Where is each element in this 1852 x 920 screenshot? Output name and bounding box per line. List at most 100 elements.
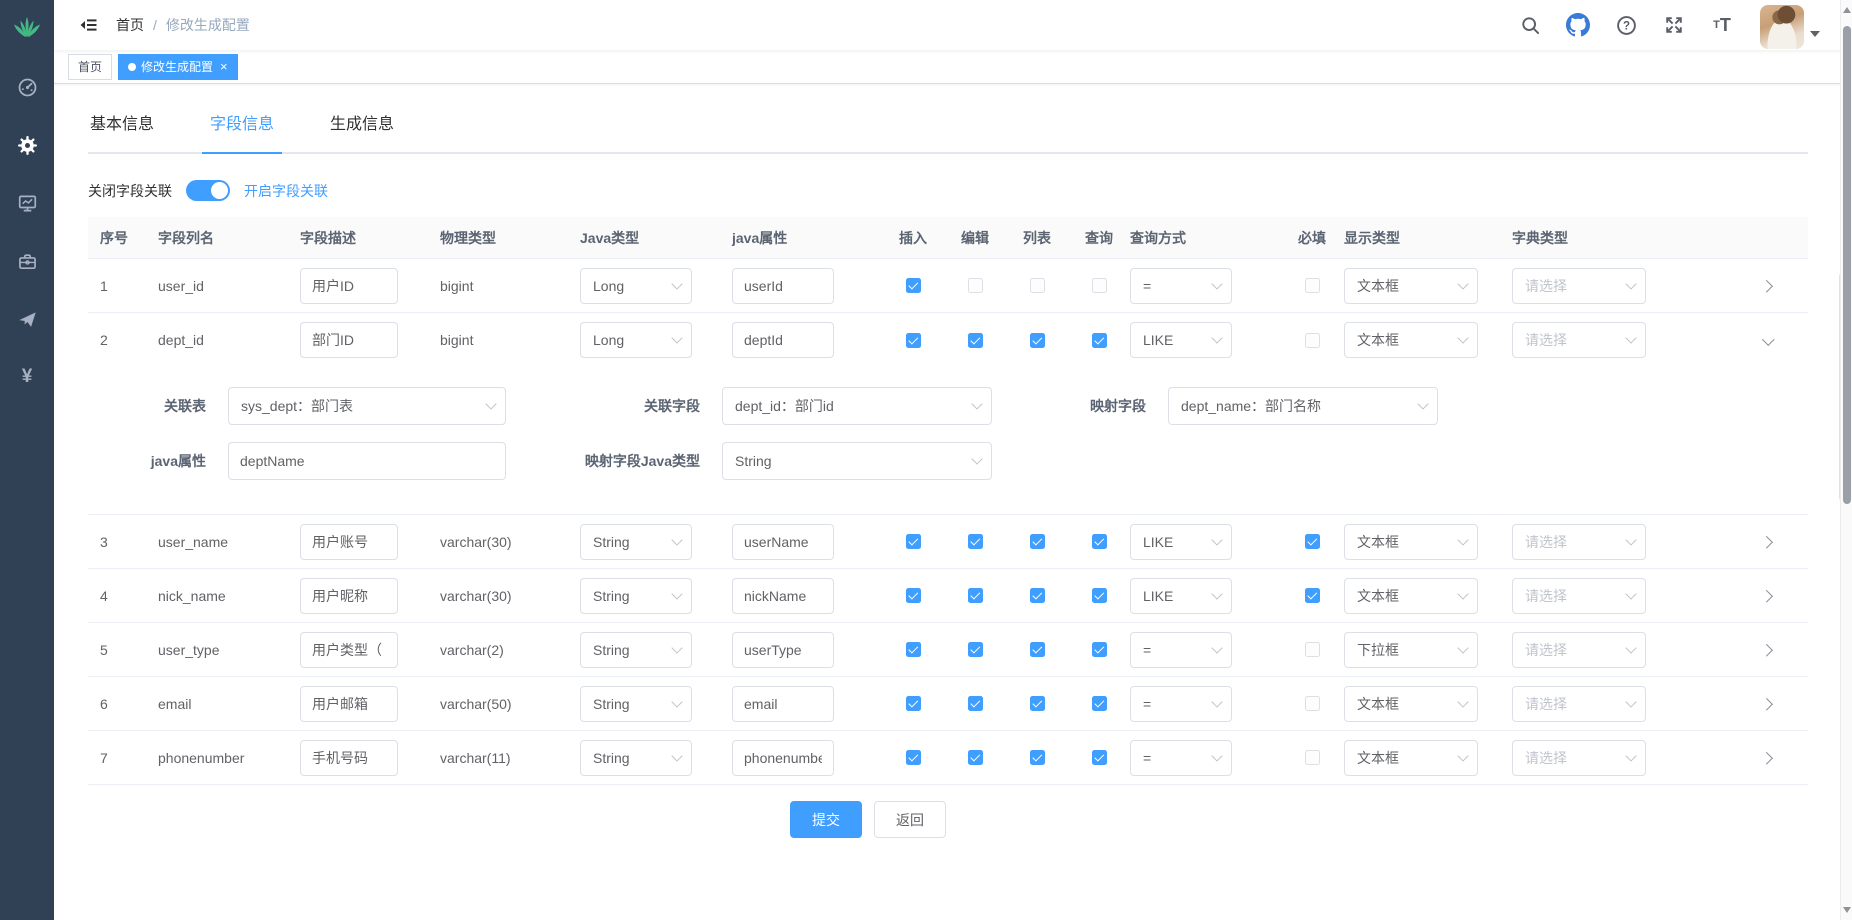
- dict-type-select[interactable]: 请选择: [1512, 524, 1646, 560]
- relation-switch[interactable]: [186, 180, 230, 201]
- java-type-select[interactable]: Long: [580, 322, 692, 358]
- html-type-select[interactable]: 文本框: [1344, 578, 1478, 614]
- column-desc-input[interactable]: 用户类型（: [300, 632, 398, 668]
- java-type-select[interactable]: String: [580, 632, 692, 668]
- collapse-sidebar-button[interactable]: [68, 7, 108, 43]
- expand-row-icon[interactable]: [1760, 588, 1776, 604]
- dict-type-select[interactable]: 请选择: [1512, 268, 1646, 304]
- app-logo[interactable]: [0, 0, 54, 52]
- java-field-input[interactable]: phonenumber: [732, 740, 834, 776]
- query-type-select[interactable]: =: [1130, 632, 1232, 668]
- expand-row-icon[interactable]: [1760, 333, 1776, 349]
- java-type-select[interactable]: String: [580, 524, 692, 560]
- tag-home[interactable]: 首页: [68, 54, 112, 80]
- html-type-select[interactable]: 文本框: [1344, 524, 1478, 560]
- sidebar-item-tools[interactable]: [0, 232, 54, 290]
- user-menu[interactable]: [1760, 1, 1834, 49]
- java-type-select[interactable]: String: [580, 740, 692, 776]
- insert-checkbox[interactable]: [906, 278, 921, 293]
- expand-row-icon[interactable]: [1760, 534, 1776, 550]
- column-desc-input[interactable]: 用户账号: [300, 524, 398, 560]
- java-field-input[interactable]: userName: [732, 524, 834, 560]
- sidebar-item-monitor[interactable]: [0, 174, 54, 232]
- required-checkbox[interactable]: [1305, 588, 1320, 603]
- edit-checkbox[interactable]: [968, 750, 983, 765]
- required-checkbox[interactable]: [1305, 750, 1320, 765]
- required-checkbox[interactable]: [1305, 642, 1320, 657]
- html-type-select[interactable]: 文本框: [1344, 686, 1478, 722]
- java-field-input[interactable]: deptId: [732, 322, 834, 358]
- query-type-select[interactable]: LIKE: [1130, 524, 1232, 560]
- scrollbar-up-arrow-icon[interactable]: [1843, 7, 1851, 13]
- query-type-select[interactable]: =: [1130, 268, 1232, 304]
- query-checkbox[interactable]: [1092, 588, 1107, 603]
- help-button[interactable]: ?: [1606, 5, 1646, 45]
- github-link[interactable]: [1558, 5, 1598, 45]
- list-checkbox[interactable]: [1030, 278, 1045, 293]
- java-field-input[interactable]: email: [732, 686, 834, 722]
- list-checkbox[interactable]: [1030, 750, 1045, 765]
- page-scrollbar-thumb[interactable]: [1843, 26, 1851, 504]
- insert-checkbox[interactable]: [906, 333, 921, 348]
- query-checkbox[interactable]: [1092, 278, 1107, 293]
- dict-type-select[interactable]: 请选择: [1512, 632, 1646, 668]
- java-field-input[interactable]: userType: [732, 632, 834, 668]
- search-button[interactable]: [1510, 5, 1550, 45]
- page-scrollbar[interactable]: [1840, 0, 1852, 920]
- html-type-select[interactable]: 下拉框: [1344, 632, 1478, 668]
- query-checkbox[interactable]: [1092, 333, 1107, 348]
- list-checkbox[interactable]: [1030, 642, 1045, 657]
- list-checkbox[interactable]: [1030, 588, 1045, 603]
- expand-row-icon[interactable]: [1760, 696, 1776, 712]
- list-checkbox[interactable]: [1030, 333, 1045, 348]
- sidebar-item-dashboard[interactable]: [0, 58, 54, 116]
- insert-checkbox[interactable]: [906, 696, 921, 711]
- java-attr-input[interactable]: deptName: [228, 442, 506, 480]
- fullscreen-button[interactable]: [1654, 5, 1694, 45]
- dict-type-select[interactable]: 请选择: [1512, 578, 1646, 614]
- tag-current-page[interactable]: 修改生成配置 ×: [118, 54, 238, 80]
- query-checkbox[interactable]: [1092, 696, 1107, 711]
- back-button[interactable]: 返回: [874, 801, 946, 838]
- java-field-input[interactable]: userId: [732, 268, 834, 304]
- column-desc-input[interactable]: 手机号码: [300, 740, 398, 776]
- html-type-select[interactable]: 文本框: [1344, 268, 1478, 304]
- sidebar-item-system-tools[interactable]: [0, 116, 54, 174]
- font-size-button[interactable]: TT: [1702, 5, 1742, 45]
- map-java-type-select[interactable]: String: [722, 442, 992, 480]
- query-type-select[interactable]: =: [1130, 686, 1232, 722]
- tab-field-info[interactable]: 字段信息: [208, 106, 276, 138]
- html-type-select[interactable]: 文本框: [1344, 740, 1478, 776]
- edit-checkbox[interactable]: [968, 696, 983, 711]
- submit-button[interactable]: 提交: [790, 801, 862, 838]
- edit-checkbox[interactable]: [968, 278, 983, 293]
- insert-checkbox[interactable]: [906, 534, 921, 549]
- query-type-select[interactable]: =: [1130, 740, 1232, 776]
- java-type-select[interactable]: String: [580, 578, 692, 614]
- column-desc-input[interactable]: 用户ID: [300, 268, 398, 304]
- tab-generate-info[interactable]: 生成信息: [328, 106, 396, 138]
- dict-type-select[interactable]: 请选择: [1512, 686, 1646, 722]
- edit-checkbox[interactable]: [968, 642, 983, 657]
- java-field-input[interactable]: nickName: [732, 578, 834, 614]
- breadcrumb-home[interactable]: 首页: [116, 15, 144, 35]
- query-checkbox[interactable]: [1092, 534, 1107, 549]
- insert-checkbox[interactable]: [906, 642, 921, 657]
- dict-type-select[interactable]: 请选择: [1512, 322, 1646, 358]
- required-checkbox[interactable]: [1305, 278, 1320, 293]
- query-checkbox[interactable]: [1092, 642, 1107, 657]
- column-desc-input[interactable]: 用户邮箱: [300, 686, 398, 722]
- dict-type-select[interactable]: 请选择: [1512, 740, 1646, 776]
- query-type-select[interactable]: LIKE: [1130, 322, 1232, 358]
- expand-row-icon[interactable]: [1760, 750, 1776, 766]
- assoc-field-select[interactable]: dept_id：部门id: [722, 387, 992, 425]
- query-type-select[interactable]: LIKE: [1130, 578, 1232, 614]
- java-type-select[interactable]: Long: [580, 268, 692, 304]
- insert-checkbox[interactable]: [906, 588, 921, 603]
- expand-row-icon[interactable]: [1760, 278, 1776, 294]
- expand-row-icon[interactable]: [1760, 642, 1776, 658]
- scrollbar-down-arrow-icon[interactable]: [1843, 907, 1851, 913]
- sidebar-item-guide[interactable]: [0, 290, 54, 348]
- required-checkbox[interactable]: [1305, 696, 1320, 711]
- column-desc-input[interactable]: 用户昵称: [300, 578, 398, 614]
